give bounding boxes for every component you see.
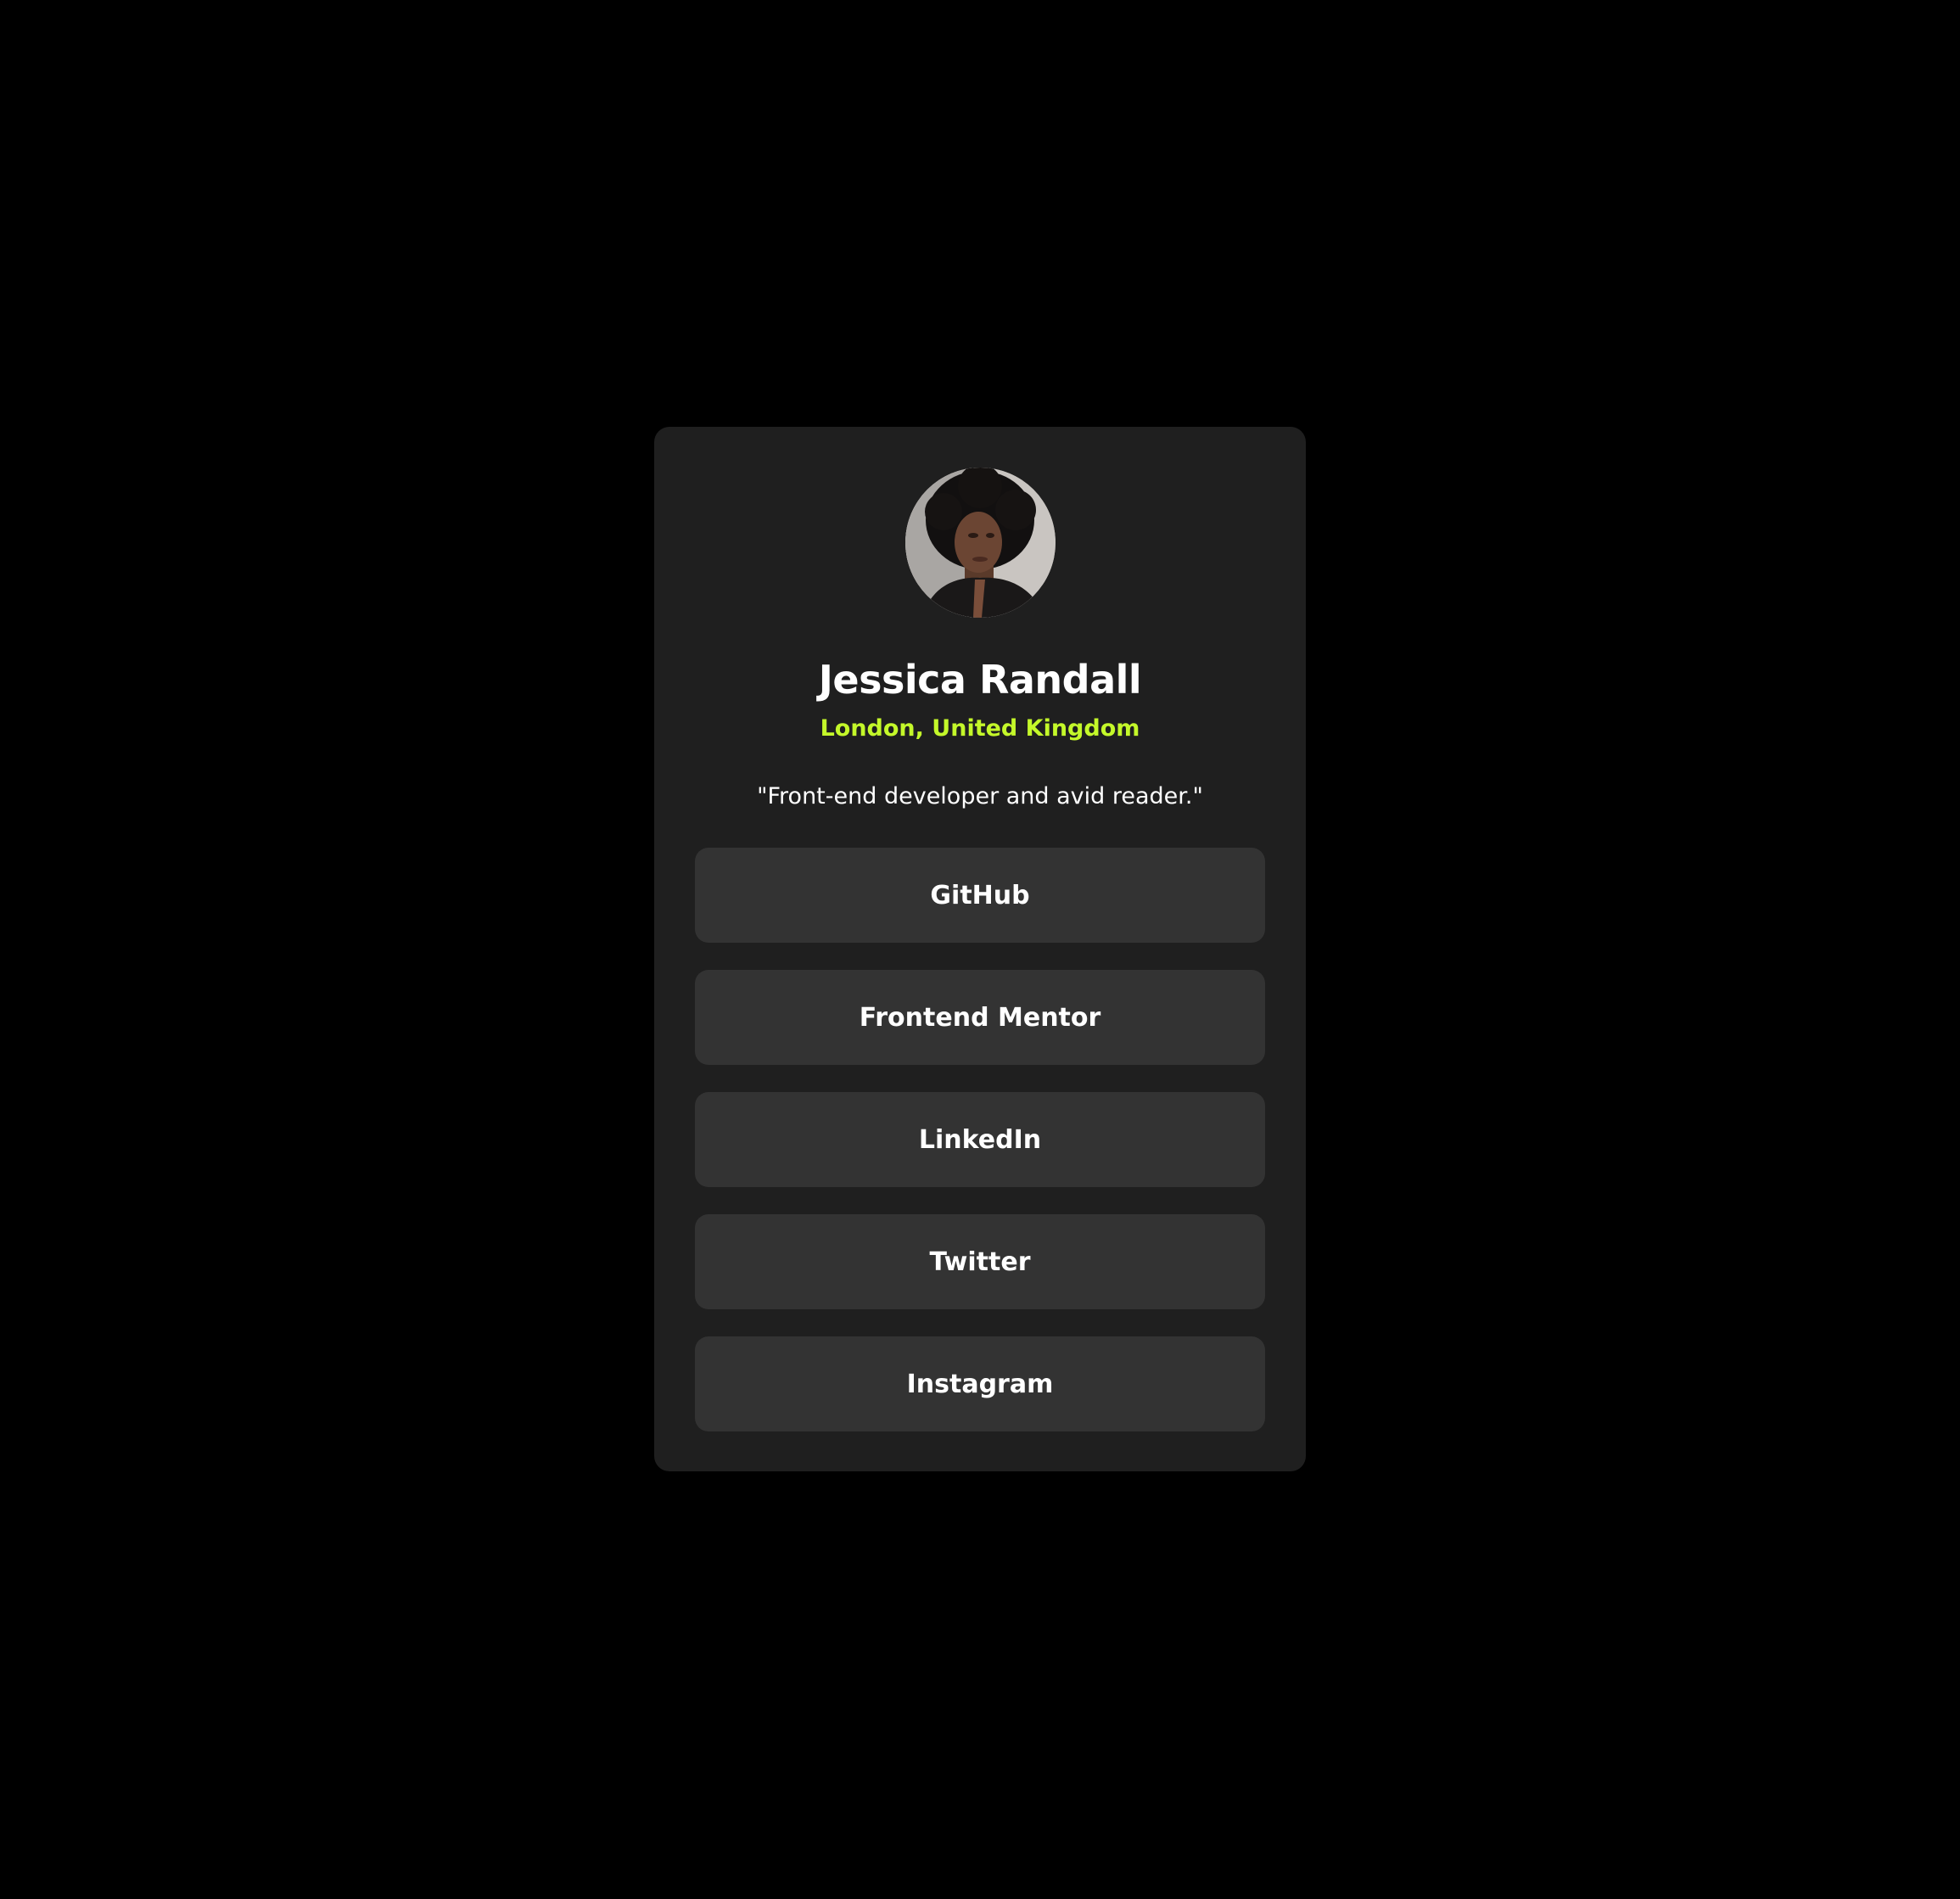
page: Jessica Randall London, United Kingdom "… bbox=[0, 0, 1960, 1899]
avatar bbox=[905, 468, 1056, 618]
profile-card: Jessica Randall London, United Kingdom "… bbox=[654, 427, 1306, 1471]
frontend-mentor-link-button[interactable]: Frontend Mentor bbox=[695, 970, 1265, 1065]
github-link-button[interactable]: GitHub bbox=[695, 848, 1265, 943]
profile-name: Jessica Randall bbox=[818, 657, 1142, 703]
social-links: GitHub Frontend Mentor LinkedIn Twitter … bbox=[695, 848, 1265, 1459]
profile-bio: "Front-end developer and avid reader." bbox=[757, 783, 1203, 809]
profile-location: London, United Kingdom bbox=[820, 715, 1140, 742]
linkedin-link-button[interactable]: LinkedIn bbox=[695, 1092, 1265, 1187]
twitter-link-button[interactable]: Twitter bbox=[695, 1214, 1265, 1309]
instagram-link-button[interactable]: Instagram bbox=[695, 1336, 1265, 1431]
avatar-photo bbox=[905, 468, 1056, 618]
